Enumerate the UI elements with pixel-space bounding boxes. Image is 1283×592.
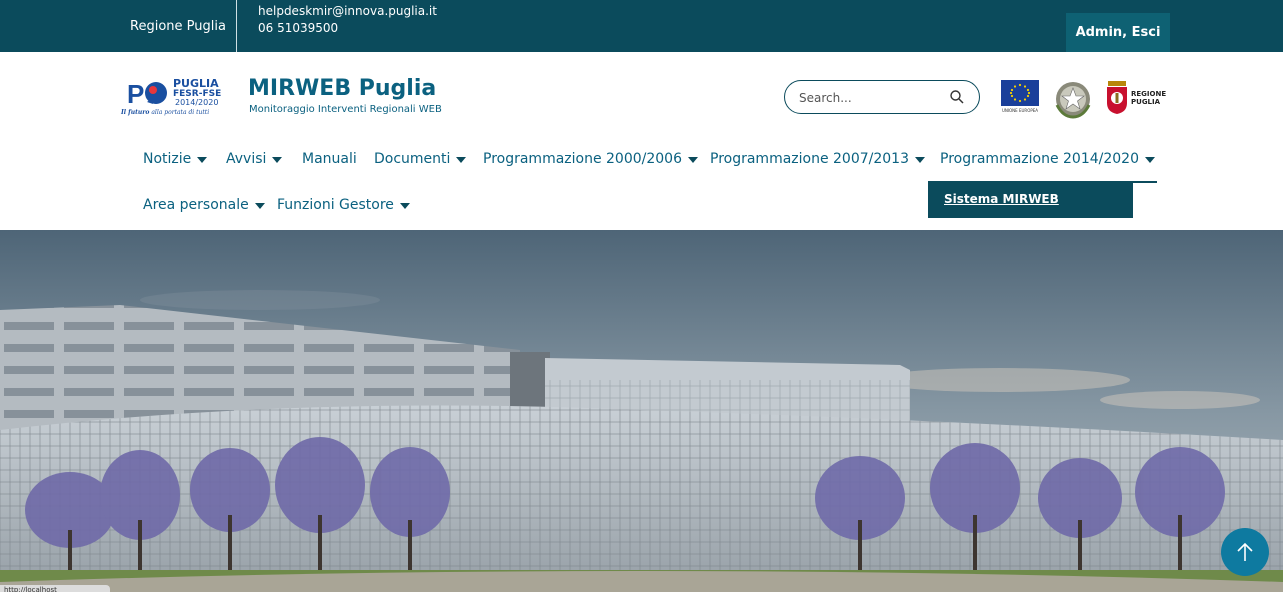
nav-item-programmazione-2000-2006[interactable]: Programmazione 2000/2006: [483, 151, 699, 167]
por-puglia-logo[interactable]: P PUGLIA FESR-FSE 2014/2020 Il futuro al…: [121, 77, 232, 122]
svg-text:P: P: [127, 79, 144, 109]
search-input[interactable]: [799, 88, 939, 107]
nav-item-funzioni-gestore[interactable]: Funzioni Gestore: [277, 197, 410, 213]
top-bar: Regione Puglia helpdeskmir@innova.puglia…: [0, 0, 1283, 52]
caret-down-icon: [456, 156, 467, 163]
caret-down-icon: [915, 156, 926, 163]
por-logo-years: 2014/2020: [175, 98, 219, 107]
caret-down-icon: [688, 156, 699, 163]
nav-item-programmazione-2014-2020[interactable]: Programmazione 2014/2020: [940, 151, 1156, 167]
por-logo-puglia: PUGLIA: [173, 77, 219, 90]
hero-image: [0, 230, 1283, 592]
caret-down-icon: [1145, 156, 1156, 163]
nav-item-programmazione-2007-2013[interactable]: Programmazione 2007/2013: [710, 151, 926, 167]
nav-item-manuali[interactable]: Manuali: [302, 151, 357, 167]
admin-logout-button[interactable]: Admin, Esci: [1066, 13, 1170, 52]
search-icon[interactable]: [949, 89, 965, 105]
helpdesk-email[interactable]: helpdeskmir@innova.puglia.it: [258, 3, 437, 20]
scroll-to-top-button[interactable]: [1221, 528, 1269, 576]
nav-item-area-personale[interactable]: Area personale: [143, 197, 265, 213]
caret-down-icon: [272, 156, 283, 163]
programmazione-2014-2020-dropdown: Sistema MIRWEB: [928, 183, 1133, 218]
nav-item-avvisi[interactable]: Avvisi: [226, 151, 283, 167]
por-logo-tagline: Il futuro alla portata di tutti: [121, 109, 210, 116]
eu-logo-caption: UNIONE EUROPEA: [1001, 108, 1039, 113]
nav-item-documenti[interactable]: Documenti: [374, 151, 467, 167]
caret-down-icon: [399, 202, 410, 209]
search-box: [784, 80, 980, 114]
regione-puglia-logo-text: REGIONE PUGLIA: [1131, 90, 1167, 106]
region-link[interactable]: Regione Puglia: [120, 0, 237, 52]
dropdown-item-sistema-mirweb[interactable]: Sistema MIRWEB: [944, 192, 1059, 206]
nav-item-notizie[interactable]: Notizie: [143, 151, 208, 167]
site-title[interactable]: MIRWEB Puglia: [248, 76, 436, 101]
site-subtitle: Monitoraggio Interventi Regionali WEB: [249, 104, 442, 115]
arrow-up-icon: [1237, 542, 1253, 561]
caret-down-icon: [254, 202, 265, 209]
eu-flag-logo: UNIONE EUROPEA: [999, 78, 1041, 116]
helpdesk-contact: helpdeskmir@innova.puglia.it 06 51039500: [258, 3, 437, 37]
italian-republic-emblem: [1053, 79, 1093, 119]
status-url-tooltip: http://localhost: [0, 585, 110, 592]
caret-down-icon: [197, 156, 208, 163]
helpdesk-phone: 06 51039500: [258, 21, 339, 35]
